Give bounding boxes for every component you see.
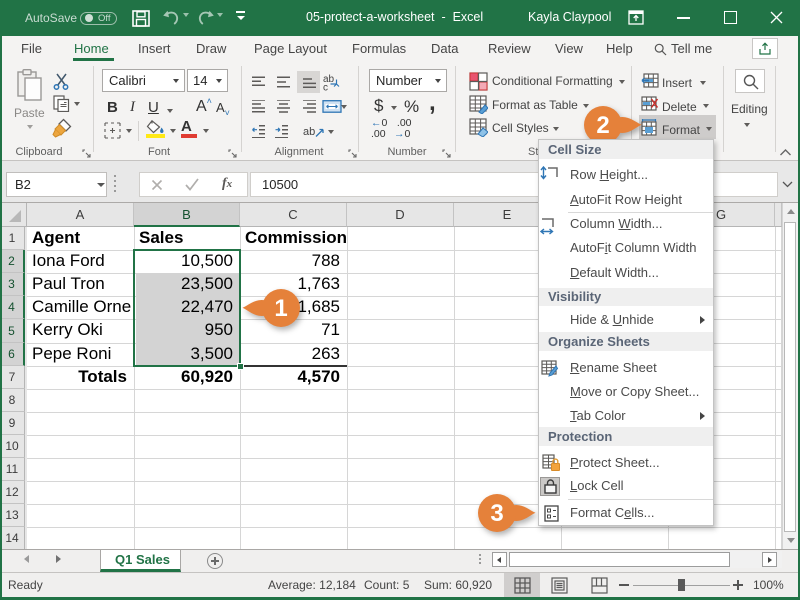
svg-text:c: c (323, 83, 328, 92)
svg-text:ab: ab (303, 126, 315, 138)
svg-text:1: 1 (274, 295, 287, 322)
svg-text:3: 3 (490, 500, 503, 527)
svg-text:2: 2 (596, 112, 609, 139)
